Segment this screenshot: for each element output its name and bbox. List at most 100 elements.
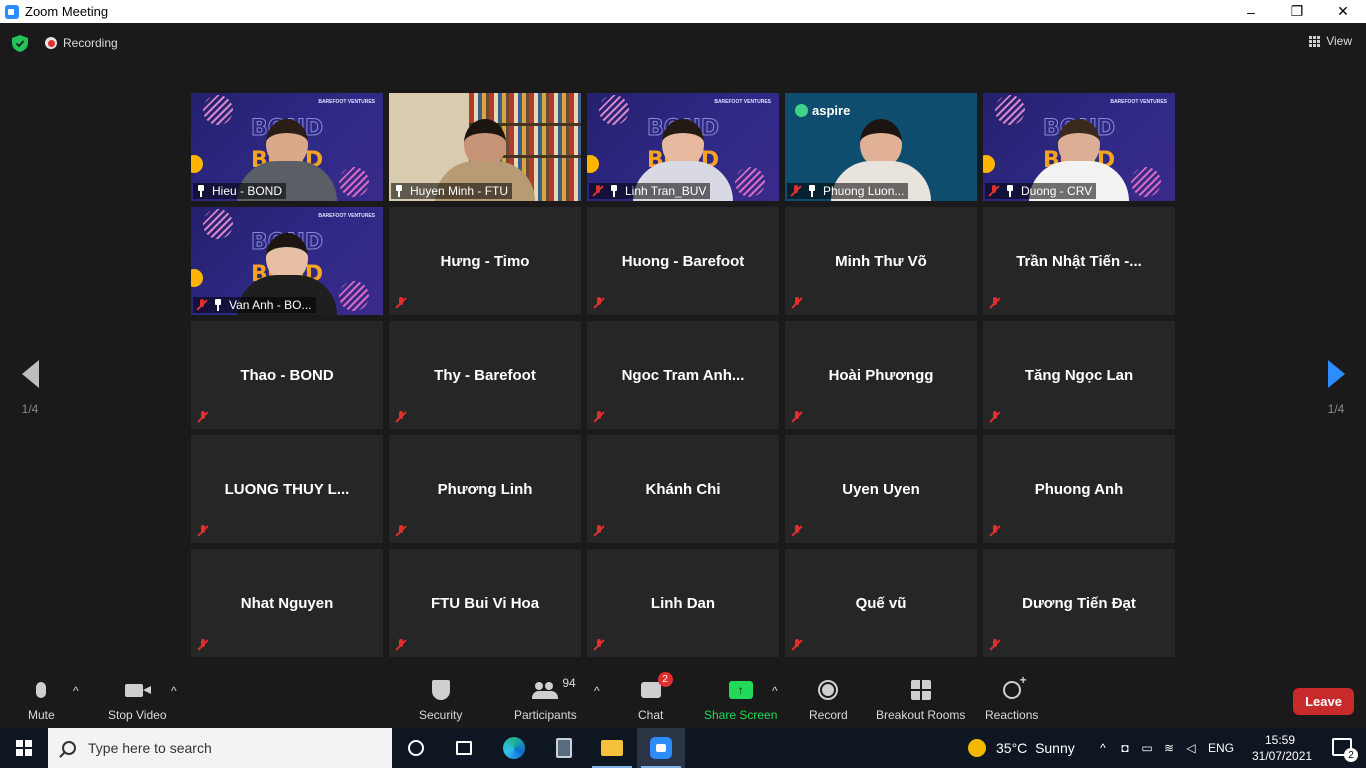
participant-tile[interactable]: aspire Phuong Luon... <box>785 93 977 201</box>
participant-tile[interactable]: Quế vũ <box>785 549 977 657</box>
mic-muted-icon <box>196 299 208 311</box>
person-head <box>464 119 506 167</box>
participant-tile[interactable]: Nhat Nguyen <box>191 549 383 657</box>
record-button[interactable]: Record <box>809 678 848 722</box>
search-placeholder: Type here to search <box>88 740 212 756</box>
grid-icon <box>1309 35 1321 47</box>
participant-tile[interactable]: Khánh Chi <box>587 435 779 543</box>
pin-icon <box>394 185 404 197</box>
mic-muted-icon <box>395 297 407 309</box>
participant-tile[interactable]: Huong - Barefoot <box>587 207 779 315</box>
participant-tile[interactable]: Phương Linh <box>389 435 581 543</box>
share-options-caret[interactable]: ^ <box>772 684 778 698</box>
zoom-taskbar-app[interactable] <box>637 728 685 768</box>
audio-options-caret[interactable]: ^ <box>73 684 79 698</box>
participants-button[interactable]: 94 Participants <box>514 676 577 722</box>
battery-icon[interactable]: ▭ <box>1136 741 1158 755</box>
participants-label: Participants <box>514 708 577 722</box>
reactions-button[interactable]: Reactions <box>985 673 1038 722</box>
participant-tile[interactable]: Minh Thư Võ <box>785 207 977 315</box>
view-label: View <box>1326 34 1352 48</box>
minimize-button[interactable]: – <box>1228 0 1274 23</box>
participant-tile[interactable]: BONDBONDBAREFOOT VENTURESVan Anh - BO... <box>191 207 383 315</box>
security-button[interactable]: Security <box>419 678 462 722</box>
language-indicator[interactable]: ENG <box>1202 741 1240 755</box>
volume-icon[interactable]: ◁ <box>1180 741 1202 755</box>
mute-button[interactable]: Mute <box>28 678 55 722</box>
participant-tile[interactable]: Thao - BOND <box>191 321 383 429</box>
start-button[interactable] <box>0 728 48 768</box>
mic-muted-icon <box>593 297 605 309</box>
search-icon <box>62 741 76 755</box>
mic-muted-icon <box>989 525 1001 537</box>
breakout-rooms-button[interactable]: Breakout Rooms <box>876 678 965 722</box>
participant-name-label: Hieu - BOND <box>193 183 287 199</box>
participant-tile[interactable]: BONDBONDBAREFOOT VENTURESDuong - CRV <box>983 93 1175 201</box>
task-view-icon <box>456 741 472 755</box>
leave-button[interactable]: Leave <box>1293 688 1354 715</box>
participant-tile[interactable]: Ngoc Tram Anh... <box>587 321 779 429</box>
participant-tile[interactable]: Hoài Phươngg <box>785 321 977 429</box>
calculator-taskbar-app[interactable] <box>540 728 588 768</box>
participants-options-caret[interactable]: ^ <box>594 684 600 698</box>
zoom-app-icon <box>5 4 19 19</box>
share-screen-button[interactable]: ↑ Share Screen <box>704 678 777 722</box>
microphone-icon <box>36 682 47 698</box>
barefoot-ventures-logo-text: BAREFOOT VENTURES <box>318 99 375 105</box>
participant-tile[interactable]: Huyen Minh - FTU <box>389 93 581 201</box>
pin-icon <box>196 185 206 197</box>
participant-tile[interactable]: Linh Dan <box>587 549 779 657</box>
person-head <box>860 119 902 167</box>
participant-name: Nhat Nguyen <box>240 594 334 612</box>
participant-tile[interactable]: Tăng Ngọc Lan <box>983 321 1175 429</box>
taskbar-clock[interactable]: 15:59 31/07/2021 <box>1252 732 1312 764</box>
task-view-button[interactable] <box>440 728 488 768</box>
participant-name: Phương Linh <box>437 480 533 498</box>
weather-widget[interactable]: 35°C Sunny <box>968 728 1075 768</box>
chevron-up-icon[interactable]: ^ <box>1092 741 1114 755</box>
participant-tile[interactable]: Trần Nhật Tiến -... <box>983 207 1175 315</box>
participant-name: Ngoc Tram Anh... <box>621 366 745 384</box>
participant-tile[interactable]: Hưng - Timo <box>389 207 581 315</box>
recording-indicator[interactable]: Recording <box>45 36 118 50</box>
edge-taskbar-app[interactable] <box>490 728 538 768</box>
meet-now-icon[interactable]: ◘ <box>1114 741 1136 755</box>
participant-tile[interactable]: Dương Tiến Đạt <box>983 549 1175 657</box>
participant-tile[interactable]: Phuong Anh <box>983 435 1175 543</box>
mic-muted-icon <box>791 525 803 537</box>
encryption-shield-icon[interactable] <box>12 35 28 52</box>
aspire-logo-text: aspire <box>812 103 851 118</box>
mic-muted-icon <box>989 639 1001 651</box>
participant-tile[interactable]: BONDBONDBAREFOOT VENTURESHieu - BOND <box>191 93 383 201</box>
chat-button[interactable]: 2 Chat <box>638 672 673 722</box>
restore-button[interactable]: ❐ <box>1274 0 1320 23</box>
pin-icon <box>609 185 619 197</box>
action-center-button[interactable]: 2 <box>1332 738 1358 762</box>
video-options-caret[interactable]: ^ <box>171 684 177 698</box>
participant-tile[interactable]: Thy - Barefoot <box>389 321 581 429</box>
previous-page-button[interactable]: 1/4 <box>0 360 60 416</box>
cortana-button[interactable] <box>392 728 440 768</box>
taskbar-search-box[interactable]: Type here to search <box>48 728 392 768</box>
aspire-leaf-icon <box>795 104 808 117</box>
close-button[interactable]: ✕ <box>1320 0 1366 23</box>
participant-name: Tăng Ngọc Lan <box>1024 366 1134 384</box>
share-screen-label: Share Screen <box>704 708 778 722</box>
person-head <box>266 119 308 167</box>
bg-pattern-circle <box>203 95 233 125</box>
participant-name: Hưng - Timo <box>440 252 530 270</box>
participant-tile[interactable]: BONDBONDBAREFOOT VENTURESLinh Tran_BUV <box>587 93 779 201</box>
participant-tile[interactable]: Uyen Uyen <box>785 435 977 543</box>
participant-tile[interactable]: LUONG THUY L... <box>191 435 383 543</box>
view-button[interactable]: View <box>1309 34 1352 48</box>
chat-label: Chat <box>638 708 664 722</box>
mic-muted-icon <box>593 411 605 423</box>
file-explorer-taskbar-app[interactable] <box>588 728 636 768</box>
participant-tile[interactable]: FTU Bui Vi Hoa <box>389 549 581 657</box>
wifi-icon[interactable]: ≋ <box>1158 741 1180 755</box>
chat-unread-badge: 2 <box>657 672 673 687</box>
window-title: Zoom Meeting <box>25 4 109 19</box>
folder-icon <box>601 740 623 756</box>
stop-video-button[interactable]: Stop Video <box>108 678 167 722</box>
next-page-button[interactable]: 1/4 <box>1306 360 1366 416</box>
